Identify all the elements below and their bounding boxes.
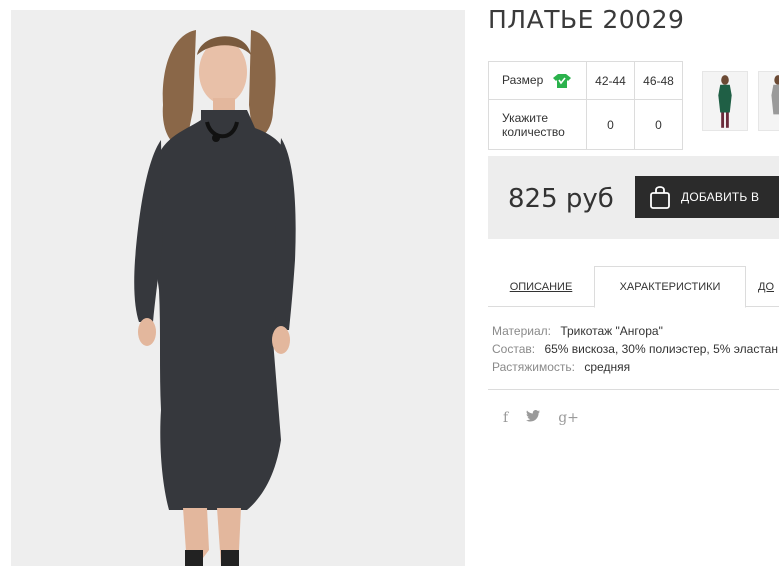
size-label-cell: Размер bbox=[488, 61, 587, 100]
quantity-row: Укажите количество 0 0 bbox=[488, 99, 683, 150]
size-option: 42-44 bbox=[586, 61, 635, 100]
product-photo[interactable] bbox=[11, 10, 465, 566]
characteristics-list: Материал: Трикотаж "Ангора" Состав: 65% … bbox=[492, 322, 778, 376]
social-share: f g+ bbox=[503, 410, 579, 426]
thumbnail-green-dress[interactable] bbox=[702, 71, 748, 131]
add-to-cart-label: ДОБАВИТЬ В bbox=[681, 190, 760, 204]
product-price: 825 руб bbox=[508, 184, 614, 214]
thumbnail-image bbox=[703, 72, 747, 130]
tab-description[interactable]: ОПИСАНИЕ bbox=[488, 266, 594, 307]
spec-value: 65% вискоза, 30% полиэстер, 5% эластан bbox=[544, 342, 778, 356]
tab-characteristics[interactable]: ХАРАКТЕРИСТИКИ bbox=[594, 266, 746, 308]
size-label: Размер bbox=[502, 73, 544, 88]
spec-key: Растяжимость: bbox=[492, 360, 576, 374]
add-to-cart-button[interactable]: ДОБАВИТЬ В bbox=[635, 176, 779, 218]
quantity-label: Укажите количество bbox=[488, 99, 587, 150]
dress-model-image bbox=[11, 10, 465, 566]
size-row: Размер 42-44 46-48 bbox=[488, 61, 683, 100]
product-tabs: ОПИСАНИЕ ХАРАКТЕРИСТИКИ ДО bbox=[488, 266, 779, 308]
spec-row-material: Материал: Трикотаж "Ангора" bbox=[492, 322, 778, 340]
quantity-input[interactable]: 0 bbox=[586, 99, 635, 150]
tab-delivery[interactable]: ДО bbox=[758, 266, 779, 307]
quantity-input[interactable]: 0 bbox=[634, 99, 683, 150]
spec-key: Состав: bbox=[492, 342, 536, 356]
twitter-bird-icon bbox=[526, 410, 541, 422]
facebook-icon[interactable]: f bbox=[503, 410, 508, 426]
size-option: 46-48 bbox=[634, 61, 683, 100]
shirt-icon[interactable] bbox=[552, 73, 571, 88]
thumbnail-grey-dress[interactable] bbox=[758, 71, 779, 131]
shopping-bag-icon bbox=[650, 186, 670, 209]
google-plus-icon[interactable]: g+ bbox=[558, 410, 579, 426]
product-title: ПЛАТЬЕ 20029 bbox=[488, 5, 685, 34]
spec-value: Трикотаж "Ангора" bbox=[560, 324, 663, 338]
twitter-icon[interactable] bbox=[526, 410, 541, 426]
size-table: Размер 42-44 46-48 Укажите количество 0 … bbox=[488, 61, 683, 150]
divider bbox=[488, 389, 779, 390]
thumbnail-image bbox=[759, 72, 779, 130]
price-panel: 825 руб ДОБАВИТЬ В bbox=[488, 156, 779, 239]
spec-value: средняя bbox=[584, 360, 631, 374]
spec-row-composition: Состав: 65% вискоза, 30% полиэстер, 5% э… bbox=[492, 340, 778, 358]
spec-row-stretch: Растяжимость: средняя bbox=[492, 358, 778, 376]
spec-key: Материал: bbox=[492, 324, 551, 338]
